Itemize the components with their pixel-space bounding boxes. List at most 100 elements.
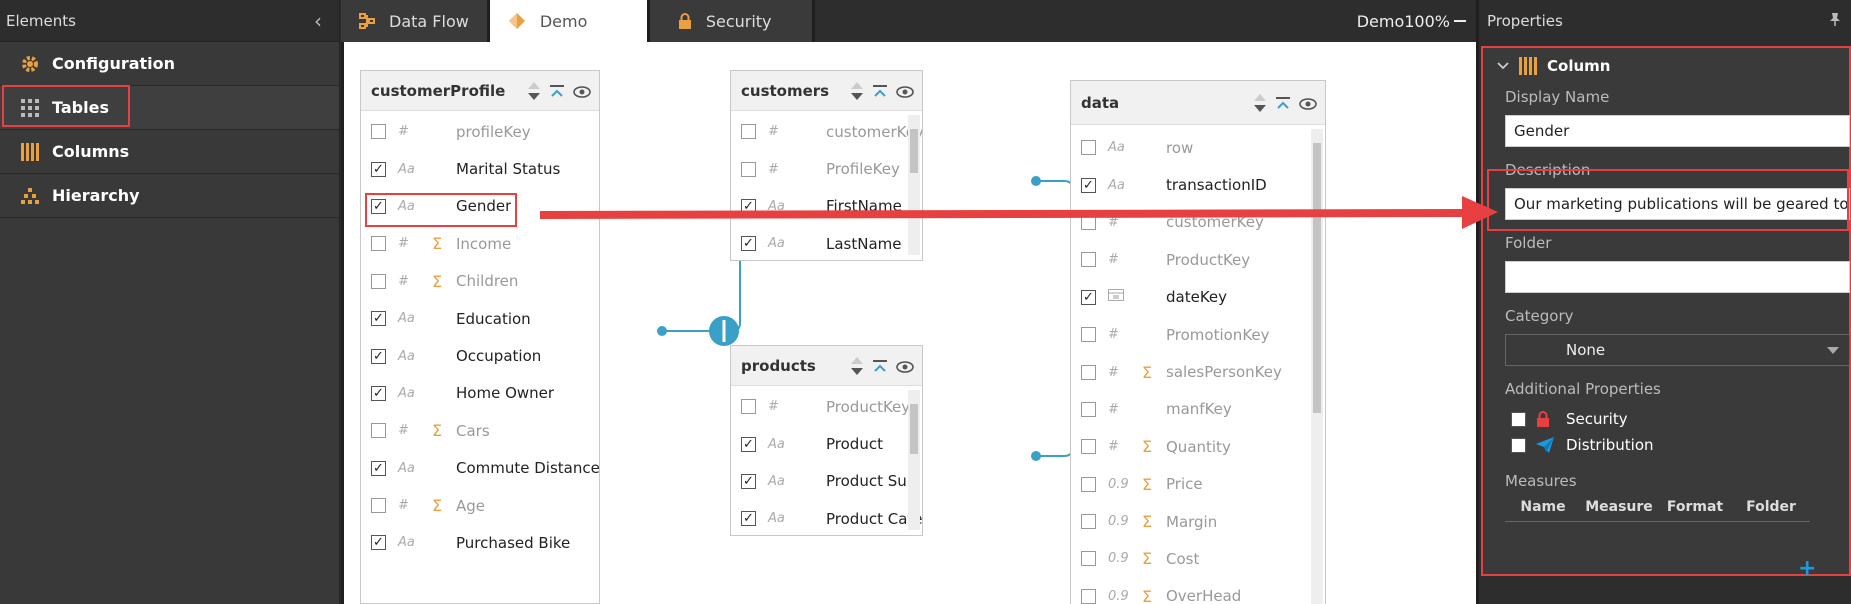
folder-input[interactable] [1505,261,1850,293]
category-select[interactable]: None [1505,334,1850,366]
column-checkbox[interactable] [741,124,756,140]
visibility-eye-icon[interactable] [896,84,914,102]
column-checkbox[interactable] [741,161,756,177]
tab-demo[interactable]: Demo [489,0,650,42]
collapse-panel-icon[interactable]: ‹ [303,9,333,33]
sort-icon[interactable] [850,356,864,380]
distribution-option[interactable]: Distribution [1483,432,1849,458]
column-checkbox[interactable] [371,236,386,252]
column-checkbox[interactable] [741,436,756,452]
column-checkbox[interactable] [371,311,386,327]
column-checkbox[interactable] [1081,551,1096,567]
column-checkbox[interactable] [371,385,386,401]
tab-data-flow[interactable]: Data Flow [341,0,490,42]
column-checkbox[interactable] [371,124,386,140]
table-scrollbar[interactable] [908,390,920,530]
column-checkbox[interactable] [1081,439,1096,455]
column-checkbox[interactable] [1081,401,1096,417]
column-checkbox[interactable] [741,198,756,214]
table-row[interactable]: Aa Home Owner [361,375,599,412]
chevron-down-icon[interactable] [1497,62,1509,70]
column-checkbox[interactable] [1081,476,1096,492]
column-checkbox[interactable] [741,511,756,527]
table-row[interactable]: # manfKey [1071,391,1325,428]
collapse-table-icon[interactable] [1275,96,1291,114]
section-header-column[interactable]: Column [1483,48,1849,84]
sort-icon[interactable] [527,81,541,105]
zoom-out-icon[interactable] [1454,20,1466,22]
table-row[interactable]: # Σ Children [361,263,599,300]
table-row[interactable]: AaProduct Sub ... [731,463,922,500]
collapse-table-icon[interactable] [872,359,888,377]
table-row[interactable]: # customerKey [1071,204,1325,241]
visibility-eye-icon[interactable] [1299,96,1317,114]
table-row[interactable]: Aa Product [731,425,922,462]
column-checkbox[interactable] [1081,364,1096,380]
table-row[interactable]: 0.9 Σ Price [1071,466,1325,503]
nav-item-hierarchy[interactable]: Hierarchy [0,174,339,218]
table-row[interactable]: 0.9 Σ Margin [1071,503,1325,540]
table-products[interactable]: products # ProductKey Aa Product AaProduct S… [730,345,923,536]
sort-icon[interactable] [1253,93,1267,117]
table-row[interactable]: 0.9 Σ Cost [1071,540,1325,577]
column-checkbox[interactable] [741,399,756,415]
table-row[interactable]: # Σ Cars [361,412,599,449]
zoom-indicator[interactable]: Demo 100% [1357,0,1476,42]
table-header[interactable]: customerProfile [361,71,599,111]
table-row[interactable]: Aa Purchased Bike [361,524,599,561]
column-checkbox[interactable] [1081,252,1096,268]
table-customerprofile[interactable]: customerProfile # profileKey Aa Marital Sta… [360,70,600,604]
display-name-input[interactable]: Gender [1505,115,1850,147]
table-row[interactable]: Aa Education [361,300,599,337]
collapse-table-icon[interactable] [549,84,565,102]
distribution-checkbox[interactable] [1511,437,1526,453]
column-checkbox[interactable] [371,348,386,364]
column-checkbox[interactable] [371,460,386,476]
table-row[interactable]: 0.9 Σ OverHead [1071,578,1325,604]
sort-icon[interactable] [850,81,864,105]
security-checkbox[interactable] [1511,411,1526,427]
column-checkbox[interactable] [371,535,386,551]
nav-item-columns[interactable]: Columns [0,130,339,174]
table-row[interactable]: Aa LastName [731,225,922,260]
pin-icon[interactable] [1829,12,1841,30]
table-row[interactable]: # Σ Income [361,225,599,262]
table-row[interactable]: # Σ Age [361,487,599,524]
visibility-eye-icon[interactable] [896,359,914,377]
collapse-table-icon[interactable] [872,84,888,102]
table-row[interactable]: Aa FirstName [731,188,922,225]
table-scrollbar[interactable] [1311,129,1323,604]
column-checkbox[interactable] [1081,289,1096,305]
column-checkbox[interactable] [1081,327,1096,343]
tab-security[interactable]: Security [649,0,815,42]
table-row[interactable]: # ProductKey [731,388,922,425]
table-row[interactable]: # PromotionKey [1071,316,1325,353]
table-header[interactable]: products [731,346,922,386]
column-checkbox[interactable] [371,273,386,289]
table-row[interactable]: # Σ Quantity [1071,428,1325,465]
column-checkbox[interactable] [1081,514,1096,530]
column-checkbox[interactable] [1081,588,1096,604]
column-checkbox[interactable] [1081,214,1096,230]
table-row[interactable]: dateKey [1071,279,1325,316]
model-canvas[interactable]: customerProfile # profileKey Aa Marital Sta… [341,42,1476,604]
add-measure-icon[interactable]: + [1798,556,1816,581]
table-row[interactable]: Aa Occupation [361,337,599,374]
column-checkbox[interactable] [741,236,756,252]
table-customers[interactable]: customers #customerKey#ProfileKeyAaFirst… [730,70,923,261]
visibility-eye-icon[interactable] [573,84,591,102]
table-row[interactable]: Aa Marital Status [361,150,599,187]
column-checkbox[interactable] [741,473,756,489]
table-row[interactable]: Aa row [1071,129,1325,166]
table-row[interactable]: # profileKey [361,113,599,150]
column-checkbox[interactable] [1081,140,1096,156]
nav-item-configuration[interactable]: Configuration [0,42,339,86]
column-checkbox[interactable] [371,498,386,514]
column-checkbox[interactable] [371,161,386,177]
table-header[interactable]: customers [731,71,922,111]
table-row[interactable]: # customerKey [731,113,922,150]
table-data[interactable]: data Aa row Aa transactionID # customerKey # Pr… [1070,80,1326,604]
security-option[interactable]: Security [1483,406,1849,432]
table-row[interactable]: # ProfileKey [731,150,922,187]
column-checkbox[interactable] [371,423,386,439]
